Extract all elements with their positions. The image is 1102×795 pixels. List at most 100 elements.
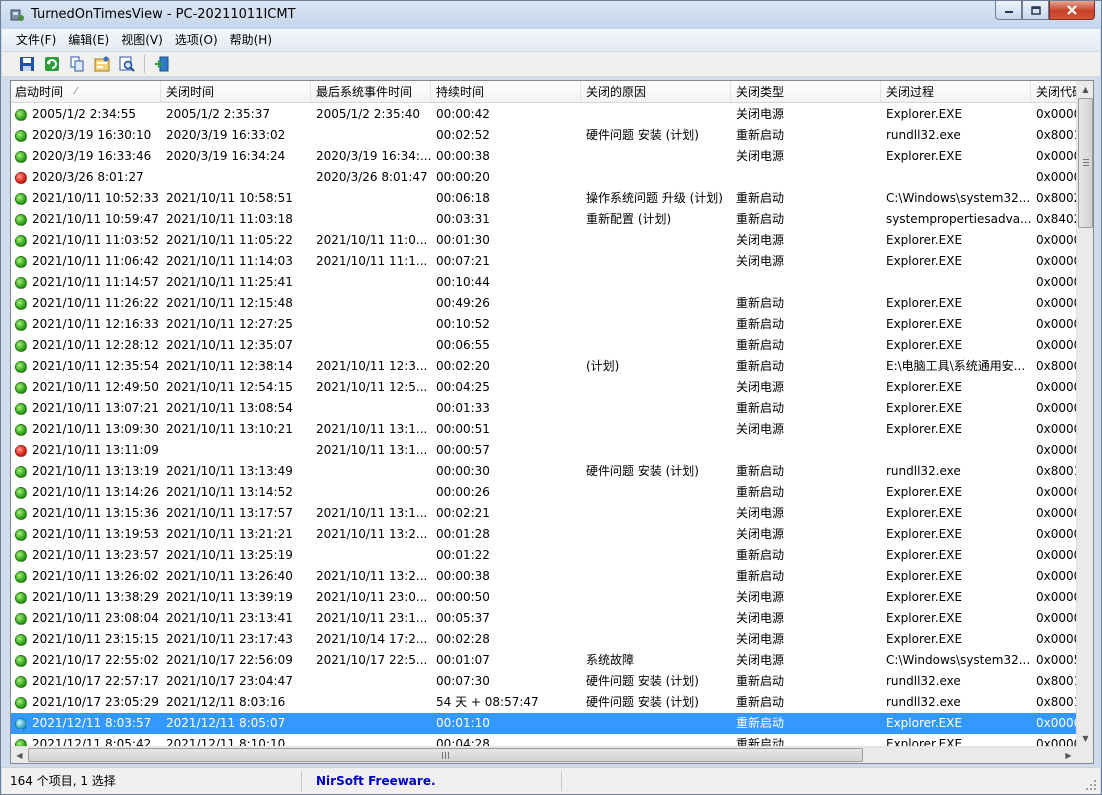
table-row[interactable]: 2021/10/11 10:59:47 2021/10/11 11:03:18 00…: [11, 209, 1077, 230]
cell-reason: [581, 272, 731, 293]
cell-end: 2021/10/17 22:56:09: [166, 653, 293, 667]
cell-type: [731, 440, 881, 461]
cell-end: 2021/12/11 8:05:07: [166, 716, 286, 730]
menu-view[interactable]: 视图(V): [115, 30, 169, 50]
table-row[interactable]: 2021/10/11 11:06:42 2021/10/11 11:14:03 20…: [11, 251, 1077, 272]
table-row[interactable]: 2021/10/17 22:55:02 2021/10/17 22:56:09 20…: [11, 650, 1077, 671]
table-row[interactable]: 2021/10/11 13:13:19 2021/10/11 13:13:49 00…: [11, 461, 1077, 482]
cell-duration: 00:01:28: [436, 527, 490, 541]
menu-file[interactable]: 文件(F): [10, 30, 62, 50]
column-type[interactable]: 关闭类型: [731, 81, 881, 102]
cell-process: Explorer.EXE: [886, 527, 963, 541]
title-bar[interactable]: TurnedOnTimesView - PC-20211011ICMT: [1, 1, 1101, 29]
table-row[interactable]: 2021/10/11 12:35:54 2021/10/11 12:38:14 20…: [11, 356, 1077, 377]
exit-button[interactable]: [151, 53, 173, 75]
cell-start-time: 2021/10/11 23:15:15: [11, 629, 161, 650]
cell-end: 2021/10/11 23:13:41: [166, 611, 293, 625]
nirsoft-link[interactable]: NirSoft Freeware. http://www.nirsoft.net: [302, 771, 562, 795]
table-row[interactable]: 2020/3/19 16:33:46 2020/3/19 16:34:24 2020…: [11, 146, 1077, 167]
save-button[interactable]: [16, 53, 38, 75]
cell-process: Explorer.EXE: [886, 422, 963, 436]
table-row[interactable]: 2021/10/11 13:23:57 2021/10/11 13:25:19 00…: [11, 545, 1077, 566]
table-row[interactable]: 2021/10/11 13:15:36 2021/10/11 13:17:57 20…: [11, 503, 1077, 524]
column-code[interactable]: 关闭代码: [1031, 81, 1077, 102]
table-row[interactable]: 2020/3/26 8:01:27 2020/3/26 8:01:47 00:00:…: [11, 167, 1077, 188]
table-row[interactable]: 2020/3/19 16:30:10 2020/3/19 16:33:02 00:0…: [11, 125, 1077, 146]
vertical-scroll-thumb[interactable]: [1078, 98, 1093, 228]
table-row[interactable]: 2021/10/11 13:19:53 2021/10/11 13:21:21 20…: [11, 524, 1077, 545]
cell-end: 2021/10/11 13:21:21: [166, 527, 293, 541]
cell-text: 2021/10/17 23:05:29: [32, 695, 159, 709]
resize-grip-icon[interactable]: [1084, 778, 1098, 792]
cell-process: Explorer.EXE: [886, 716, 963, 730]
cell-process: rundll32.exe: [886, 128, 961, 142]
table-row[interactable]: 2021/10/17 23:05:29 2021/12/11 8:03:16 54 …: [11, 692, 1077, 713]
refresh-button[interactable]: [41, 53, 63, 75]
table-row[interactable]: 2021/10/11 23:15:15 2021/10/11 23:17:43 20…: [11, 629, 1077, 650]
table-row[interactable]: 2021/10/11 13:26:02 2021/10/11 13:26:40 20…: [11, 566, 1077, 587]
cell-process: Explorer.EXE: [886, 548, 963, 562]
cell-reason: [581, 545, 731, 566]
column-last-event-time[interactable]: 最后系统事件时间: [311, 81, 431, 102]
properties-icon: [94, 56, 110, 72]
menu-edit[interactable]: 编辑(E): [62, 30, 115, 50]
cell-last: 2021/10/17 22:5...: [316, 653, 428, 667]
properties-button[interactable]: [91, 53, 113, 75]
column-reason[interactable]: 关闭的原因: [581, 81, 731, 102]
close-button[interactable]: [1049, 1, 1095, 20]
cell-start-time: 2021/10/11 13:09:30: [11, 419, 161, 440]
table-row[interactable]: 2021/10/11 11:14:57 2021/10/11 11:25:41 00…: [11, 272, 1077, 293]
vertical-scrollbar[interactable]: ▲ ▼: [1076, 81, 1093, 747]
menu-help[interactable]: 帮助(H): [224, 30, 278, 50]
cell-code: 0x0000: [1036, 569, 1077, 583]
shutdown-list[interactable]: 启动时间 ⁄ 关闭时间 最后系统事件时间 持续时间 关闭的原因 关闭类型 关闭过程…: [10, 80, 1094, 764]
cell-duration: 00:07:30: [436, 674, 490, 688]
table-row[interactable]: 2021/10/11 11:26:22 2021/10/11 12:15:48 00…: [11, 293, 1077, 314]
scroll-down-icon[interactable]: ▼: [1077, 730, 1093, 747]
cell-duration: 00:02:52: [436, 128, 490, 142]
horizontal-scrollbar[interactable]: ◀ ▶: [11, 746, 1077, 763]
cell-end: 2021/10/11 13:14:52: [166, 485, 293, 499]
status-dot-icon: [15, 381, 27, 394]
table-row[interactable]: 2021/10/11 10:52:33 2021/10/11 10:58:51 00…: [11, 188, 1077, 209]
cell-last: 2021/10/11 13:1...: [316, 422, 428, 436]
table-row[interactable]: 2021/10/11 13:07:21 2021/10/11 13:08:54 00…: [11, 398, 1077, 419]
copy-button[interactable]: [66, 53, 88, 75]
menu-options[interactable]: 选项(O): [169, 30, 224, 50]
cell-process: Explorer.EXE: [886, 317, 963, 331]
table-row[interactable]: 2021/10/11 12:28:12 2021/10/11 12:35:07 00…: [11, 335, 1077, 356]
table-row[interactable]: 2021/10/11 13:38:29 2021/10/11 13:39:19 20…: [11, 587, 1077, 608]
scroll-up-icon[interactable]: ▲: [1077, 81, 1093, 98]
column-end-time[interactable]: 关闭时间: [161, 81, 311, 102]
table-row[interactable]: 2021/10/11 12:16:33 2021/10/11 12:27:25 00…: [11, 314, 1077, 335]
cell-type: 关闭电源: [736, 422, 785, 436]
cell-start-time: 2021/10/11 13:13:19: [11, 461, 161, 482]
table-row[interactable]: 2021/10/11 13:14:26 2021/10/11 13:14:52 00…: [11, 482, 1077, 503]
column-start-time[interactable]: 启动时间 ⁄: [11, 81, 161, 102]
column-duration[interactable]: 持续时间: [431, 81, 581, 102]
maximize-button[interactable]: [1022, 1, 1049, 20]
table-row[interactable]: 2021/10/11 12:49:50 2021/10/11 12:54:15 20…: [11, 377, 1077, 398]
minimize-button[interactable]: [995, 1, 1022, 20]
horizontal-scroll-thumb[interactable]: [28, 748, 863, 762]
table-row[interactable]: 2021/10/11 11:03:52 2021/10/11 11:05:22 20…: [11, 230, 1077, 251]
cell-duration: 00:00:30: [436, 464, 490, 478]
table-row[interactable]: 2021/10/11 13:09:30 2021/10/11 13:10:21 20…: [11, 419, 1077, 440]
table-row[interactable]: 2005/1/2 2:34:55 2005/1/2 2:35:37 2005/1/2…: [11, 104, 1077, 125]
table-row[interactable]: 2021/10/17 22:57:17 2021/10/17 23:04:47 00…: [11, 671, 1077, 692]
cell-end: 2021/10/11 13:17:57: [166, 506, 293, 520]
cell-duration: 00:03:31: [436, 212, 490, 226]
cell-end: [161, 167, 311, 188]
scroll-right-icon[interactable]: ▶: [1060, 747, 1077, 763]
cell-process: C:\Windows\system32...: [886, 653, 1031, 667]
cell-process: Explorer.EXE: [886, 485, 963, 499]
table-row[interactable]: 2021/10/11 23:08:04 2021/10/11 23:13:41 20…: [11, 608, 1077, 629]
column-process[interactable]: 关闭过程: [881, 81, 1031, 102]
cell-duration: 00:02:28: [436, 632, 490, 646]
table-row[interactable]: 2021/10/11 13:11:09 2021/10/11 13:1... 00:…: [11, 440, 1077, 461]
scroll-left-icon[interactable]: ◀: [11, 747, 28, 763]
status-dot-icon: [15, 297, 27, 310]
find-button[interactable]: [116, 53, 138, 75]
table-row[interactable]: 2021/12/11 8:03:57 2021/12/11 8:05:07 00:0…: [11, 713, 1077, 734]
cell-type: 重新启动: [736, 296, 785, 310]
